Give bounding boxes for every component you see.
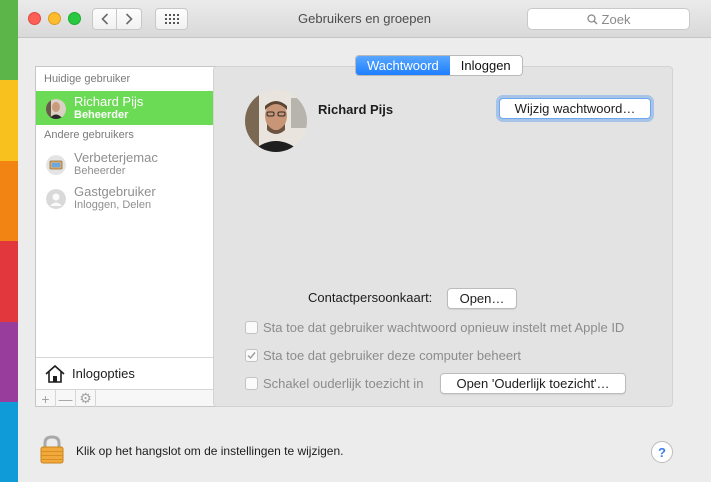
help-button[interactable]: ? bbox=[651, 441, 673, 463]
option-reset-password-apple-id[interactable]: Sta toe dat gebruiker wachtwoord opnieuw… bbox=[245, 320, 624, 335]
open-contact-card-button[interactable]: Open… bbox=[447, 288, 517, 309]
option-allow-admin[interactable]: Sta toe dat gebruiker deze computer behe… bbox=[245, 348, 521, 363]
checkmark-icon bbox=[247, 352, 256, 360]
option-label: Sta toe dat gebruiker deze computer behe… bbox=[263, 348, 521, 363]
user-role: Beheerder bbox=[74, 165, 126, 177]
current-user-header: Huidige gebruiker bbox=[44, 73, 131, 85]
option-parental-controls[interactable]: Schakel ouderlijk toezicht in bbox=[245, 376, 423, 391]
strip-green bbox=[0, 0, 18, 81]
avatar bbox=[46, 99, 66, 119]
strip-yellow bbox=[0, 80, 18, 161]
preferences-window: Gebruikers en groepen Zoek Huidige gebru… bbox=[18, 0, 711, 482]
title-bar: Gebruikers en groepen Zoek bbox=[18, 0, 711, 38]
login-options-item[interactable]: Inlogopties bbox=[36, 357, 222, 389]
other-users-header: Andere gebruikers bbox=[44, 129, 134, 141]
tab-bar: Wachtwoord Inloggen bbox=[355, 55, 523, 76]
user-name: Richard Pijs bbox=[74, 94, 144, 109]
remove-user-button[interactable]: — bbox=[56, 390, 76, 407]
checkbox[interactable] bbox=[245, 377, 258, 390]
strip-purple bbox=[0, 321, 18, 402]
gear-icon[interactable]: ⚙ bbox=[76, 390, 96, 407]
strip-orange bbox=[0, 160, 18, 242]
user-row-verbeterjemac[interactable]: Verbeterjemac Beheerder bbox=[36, 147, 222, 181]
mac-user-icon bbox=[46, 155, 66, 175]
user-list: Huidige gebruiker Richard Pijs Beheerder… bbox=[35, 66, 223, 407]
list-toolbar: + — ⚙ bbox=[36, 389, 222, 407]
option-label: Schakel ouderlijk toezicht in bbox=[263, 376, 424, 391]
user-avatar-large[interactable] bbox=[245, 90, 307, 152]
user-name: Gastgebruiker bbox=[74, 184, 156, 199]
search-field[interactable]: Zoek bbox=[527, 8, 690, 30]
house-icon bbox=[45, 364, 65, 383]
change-password-button[interactable]: Wijzig wachtwoord… bbox=[499, 98, 651, 119]
user-name: Verbeterjemac bbox=[74, 150, 158, 165]
checkbox[interactable] bbox=[245, 321, 258, 334]
user-role: Inloggen, Delen bbox=[74, 199, 152, 211]
strip-red bbox=[0, 241, 18, 322]
strip-blue bbox=[0, 401, 18, 482]
user-row-gastgebruiker[interactable]: Gastgebruiker Inloggen, Delen bbox=[36, 181, 222, 215]
user-row-richard-pijs[interactable]: Richard Pijs Beheerder bbox=[36, 91, 222, 125]
lock-hint-text: Klik op het hangslot om de instellingen … bbox=[76, 444, 344, 458]
add-user-button[interactable]: + bbox=[36, 390, 56, 407]
lock-icon[interactable] bbox=[40, 434, 64, 464]
user-role: Beheerder bbox=[74, 109, 129, 121]
search-icon bbox=[586, 13, 598, 24]
guest-user-icon bbox=[46, 189, 66, 209]
search-placeholder: Zoek bbox=[601, 11, 631, 27]
open-parental-controls-button[interactable]: Open 'Ouderlijk toezicht'… bbox=[440, 373, 626, 394]
desktop-background-strip bbox=[0, 0, 18, 482]
option-label: Sta toe dat gebruiker wachtwoord opnieuw… bbox=[263, 320, 625, 335]
user-full-name: Richard Pijs bbox=[318, 102, 394, 117]
tab-login-items[interactable]: Inloggen bbox=[450, 56, 522, 75]
contact-card-label: Contactpersoonkaart: bbox=[308, 290, 433, 305]
login-options-label: Inlogopties bbox=[72, 366, 135, 381]
checkbox[interactable] bbox=[245, 349, 258, 362]
tab-password[interactable]: Wachtwoord bbox=[356, 56, 450, 75]
